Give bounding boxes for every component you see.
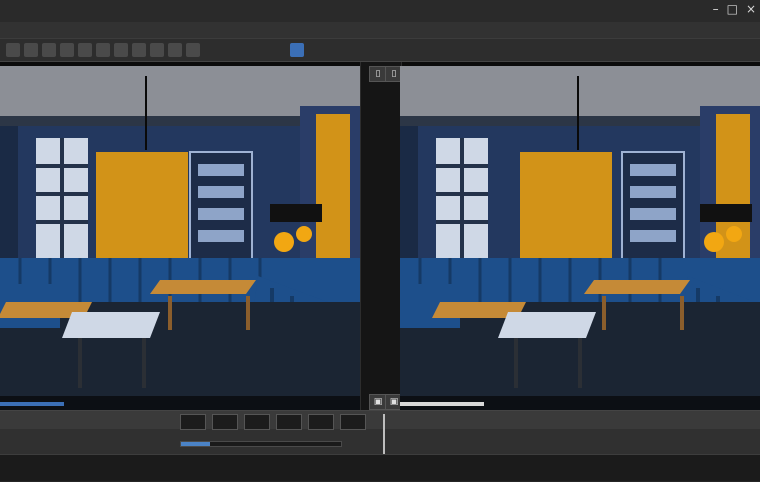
- tool-icon-11[interactable]: [186, 43, 200, 57]
- progress-fill: [181, 442, 210, 446]
- status-bar: [0, 454, 760, 481]
- viewport-divider: ▯ ▯ ▣ ▣: [360, 62, 403, 410]
- app-window: – □ × ▯ ▯ ▣ ▣: [0, 0, 760, 482]
- tool-icon-12[interactable]: [290, 43, 304, 57]
- tool-icon-6[interactable]: [96, 43, 110, 57]
- thumbnail-strip: [180, 414, 390, 432]
- thumbnail-1[interactable]: [180, 414, 206, 430]
- tool-icon-10[interactable]: [168, 43, 182, 57]
- room-render-left: [0, 66, 360, 410]
- viewport-left[interactable]: [0, 66, 360, 410]
- thumbnail-4[interactable]: [276, 414, 302, 430]
- minimize-icon[interactable]: –: [713, 2, 719, 16]
- thumbnail-3[interactable]: [244, 414, 270, 430]
- tool-icon-5[interactable]: [78, 43, 92, 57]
- window-controls: – □ ×: [713, 2, 756, 16]
- toolbar: [0, 39, 760, 62]
- menu-bar: [0, 22, 760, 39]
- thumbnail-2[interactable]: [212, 414, 238, 430]
- viewport-right[interactable]: [400, 66, 760, 410]
- title-bar: – □ ×: [0, 0, 760, 23]
- tool-icon-7[interactable]: [114, 43, 128, 57]
- tool-icon-2[interactable]: [24, 43, 38, 57]
- room-render-right: [400, 66, 760, 410]
- maximize-icon[interactable]: □: [727, 2, 738, 16]
- tool-icon-4[interactable]: [60, 43, 74, 57]
- progress-bar: [180, 441, 342, 447]
- tool-icon-8[interactable]: [132, 43, 146, 57]
- tool-icon-9[interactable]: [150, 43, 164, 57]
- close-icon[interactable]: ×: [746, 2, 756, 16]
- thumbnail-5[interactable]: [308, 414, 334, 430]
- tool-icon-3[interactable]: [42, 43, 56, 57]
- thumbnail-6[interactable]: [340, 414, 366, 430]
- tool-icon-1[interactable]: [6, 43, 20, 57]
